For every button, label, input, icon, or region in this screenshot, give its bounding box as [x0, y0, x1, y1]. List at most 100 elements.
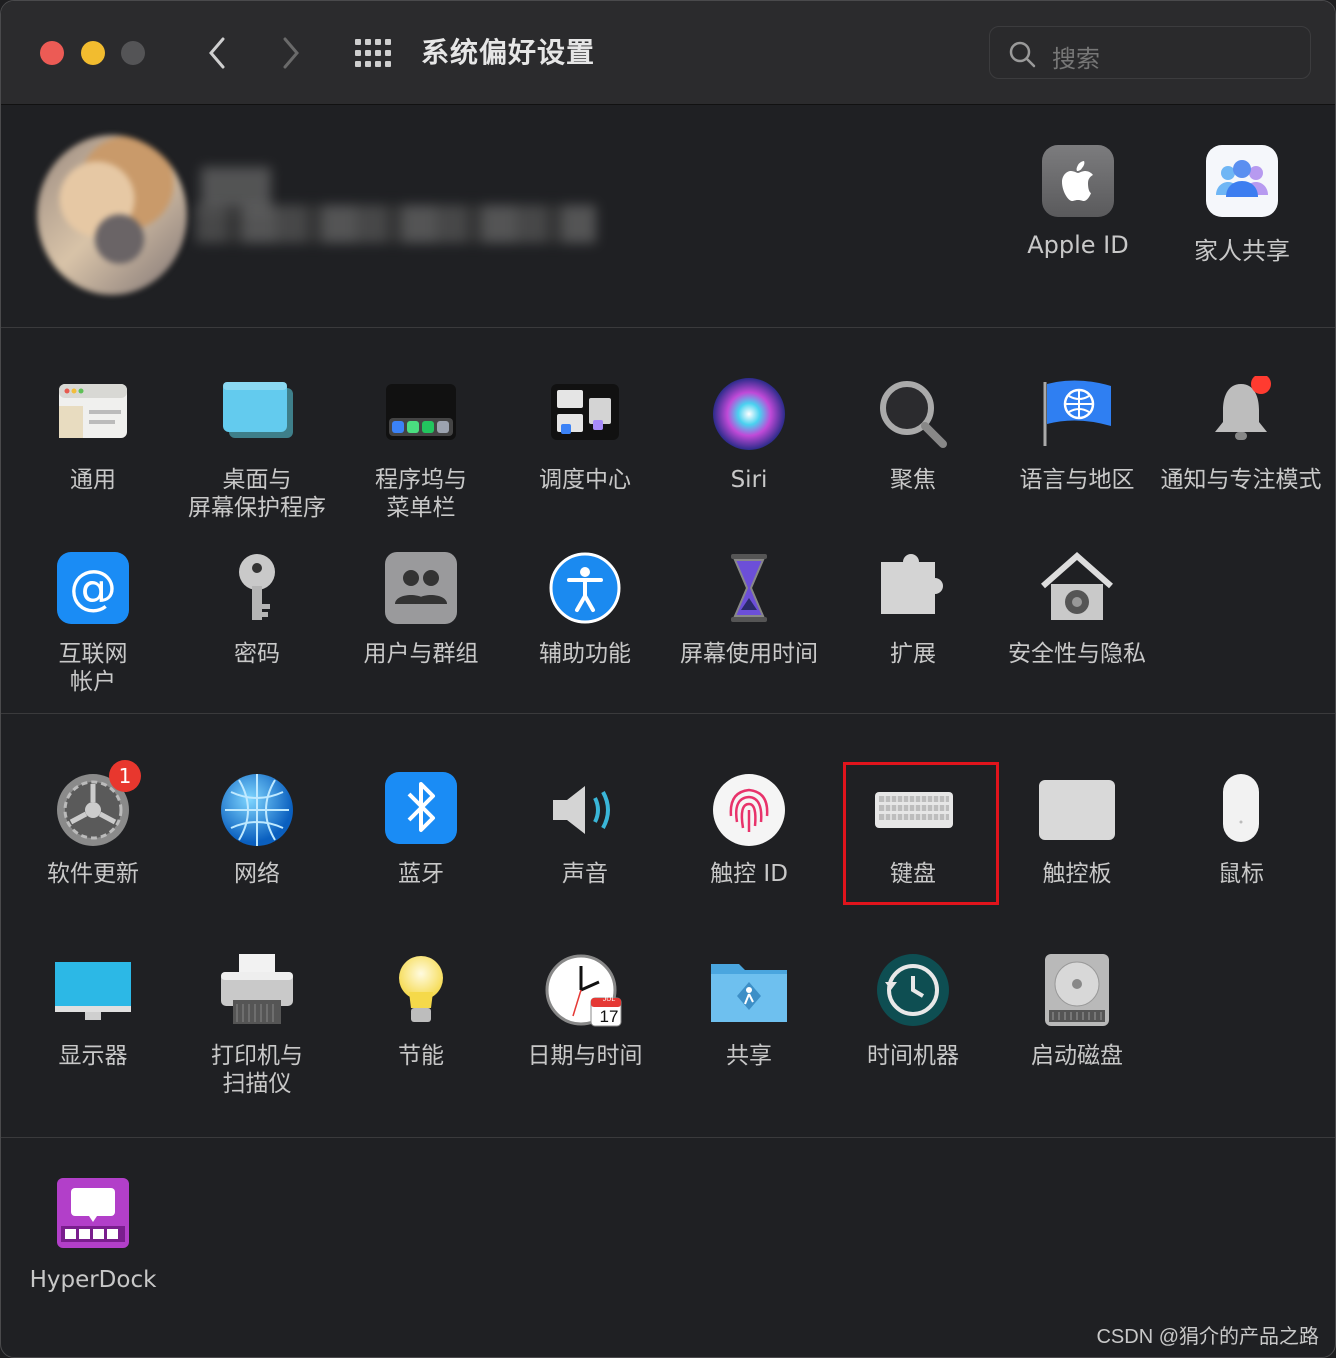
- siri-icon: [709, 376, 789, 456]
- pane-keyboard[interactable]: 键盘: [831, 770, 995, 888]
- pane-software-update[interactable]: 1 软件更新: [11, 760, 175, 888]
- key-icon: [217, 550, 297, 630]
- forward-button[interactable]: [273, 31, 309, 75]
- shared-folder-icon: [709, 952, 789, 1032]
- minimize-button[interactable]: [81, 41, 105, 65]
- spotlight-icon: [873, 376, 953, 456]
- back-button[interactable]: [199, 31, 235, 75]
- pane-touchid-label: 触控 ID: [710, 861, 788, 887]
- system-preferences-window: 系统偏好设置 搜索 Apple ID 家人共享 通用 桌面与 屏幕保护程序 程序…: [0, 0, 1336, 1358]
- close-button[interactable]: [40, 41, 64, 65]
- display-icon: [53, 952, 133, 1032]
- pane-network[interactable]: 网络: [175, 770, 339, 888]
- pane-screen-time[interactable]: 屏幕使用时间: [667, 550, 831, 668]
- pane-startup-label: 启动磁盘: [1031, 1043, 1123, 1069]
- pane-sound[interactable]: 声音: [503, 770, 667, 888]
- pane-internet-accounts[interactable]: @ 互联网 帐户: [11, 550, 175, 696]
- pane-mission-label: 调度中心: [539, 467, 631, 493]
- pane-date-time[interactable]: JUL 17 日期与时间: [503, 952, 667, 1070]
- mission-control-icon: [545, 376, 625, 456]
- pane-dock-menubar[interactable]: 程序坞与 菜单栏: [339, 376, 503, 522]
- pane-bluetooth[interactable]: 蓝牙: [339, 770, 503, 888]
- printer-icon: [217, 952, 297, 1032]
- pane-displays[interactable]: 显示器: [11, 952, 175, 1070]
- pane-energy-label: 节能: [398, 1043, 444, 1069]
- bell-icon: [1201, 374, 1281, 456]
- pane-time-machine[interactable]: 时间机器: [831, 952, 995, 1070]
- pane-accessibility[interactable]: 辅助功能: [503, 550, 667, 668]
- show-all-button[interactable]: [353, 37, 393, 69]
- mouse-icon: [1201, 770, 1281, 850]
- pane-siri-label: Siri: [730, 467, 768, 493]
- pane-users-groups[interactable]: 用户与群组: [339, 550, 503, 668]
- search-icon: [1009, 41, 1036, 68]
- pane-printers-scanners[interactable]: 打印机与 扫描仪: [175, 952, 339, 1098]
- pane-hyperdock[interactable]: HyperDock: [11, 1176, 175, 1294]
- preferences-section-hardware: 1 软件更新 网络 蓝牙 声音 触控 ID 键盘 触控板 鼠标 显示器 打印机与…: [1, 714, 1335, 1138]
- pane-energy-saver[interactable]: 节能: [339, 952, 503, 1070]
- hourglass-icon: [709, 550, 789, 630]
- general-icon: [53, 376, 133, 456]
- clock-calendar-icon: JUL 17: [545, 952, 625, 1032]
- pane-notifications-focus[interactable]: 通知与专注模式: [1159, 374, 1323, 494]
- pane-security-label: 安全性与隐私: [1008, 641, 1146, 667]
- zoom-button[interactable]: [121, 41, 145, 65]
- house-safe-icon: [1037, 550, 1117, 630]
- pane-users-label: 用户与群组: [363, 641, 479, 667]
- pane-notifications-label: 通知与专注模式: [1160, 467, 1322, 493]
- pane-sound-label: 声音: [562, 861, 608, 887]
- family-sharing-label: 家人共享: [1194, 237, 1290, 265]
- search-field[interactable]: 搜索: [989, 26, 1311, 79]
- pane-trackpad-label: 触控板: [1042, 861, 1112, 887]
- trackpad-icon: [1037, 770, 1117, 850]
- pane-security-privacy[interactable]: 安全性与隐私: [995, 550, 1159, 668]
- pane-hyperdock-label: HyperDock: [29, 1267, 157, 1293]
- hard-disk-icon: [1037, 952, 1117, 1032]
- pane-general-label: 通用: [70, 467, 116, 493]
- pane-extensions[interactable]: 扩展: [831, 550, 995, 668]
- bluetooth-icon: [381, 770, 461, 850]
- chevron-right-icon: [283, 37, 299, 69]
- pane-desktop-screensaver[interactable]: 桌面与 屏幕保护程序: [175, 376, 339, 522]
- pane-general[interactable]: 通用: [11, 376, 175, 494]
- title-bar: 系统偏好设置 搜索: [1, 1, 1335, 105]
- pane-language-label: 语言与地区: [1019, 467, 1135, 493]
- pane-mouse-label: 鼠标: [1218, 861, 1264, 887]
- pane-language-region[interactable]: 语言与地区: [995, 376, 1159, 494]
- pane-sharing-label: 共享: [726, 1043, 772, 1069]
- pane-trackpad[interactable]: 触控板: [995, 770, 1159, 888]
- user-section: Apple ID 家人共享: [1, 105, 1335, 328]
- pane-startup-disk[interactable]: 启动磁盘: [995, 952, 1159, 1070]
- pane-mouse[interactable]: 鼠标: [1159, 770, 1323, 888]
- calendar-month: JUL: [602, 996, 616, 1003]
- pane-screentime-label: 屏幕使用时间: [680, 641, 818, 667]
- pane-internet-label: 互联网 帐户: [58, 641, 128, 695]
- apple-logo-icon: [1042, 145, 1114, 217]
- at-sign-icon: @: [53, 550, 133, 630]
- pane-bluetooth-label: 蓝牙: [398, 861, 444, 887]
- pane-passwords[interactable]: 密码: [175, 550, 339, 668]
- lightbulb-icon: [381, 952, 461, 1032]
- window-title: 系统偏好设置: [421, 36, 596, 69]
- apple-id-pane[interactable]: Apple ID: [1003, 145, 1153, 259]
- pane-sharing[interactable]: 共享: [667, 952, 831, 1070]
- pane-siri[interactable]: Siri: [667, 376, 831, 494]
- user-email-redacted: [196, 205, 596, 243]
- pane-dock-label: 程序坞与 菜单栏: [375, 467, 467, 521]
- preferences-section-personal: 通用 桌面与 屏幕保护程序 程序坞与 菜单栏 调度中心 Siri 聚焦 语言与地…: [1, 328, 1335, 714]
- search-placeholder: 搜索: [1052, 45, 1100, 73]
- speaker-icon: [545, 770, 625, 850]
- pane-touch-id[interactable]: 触控 ID: [667, 770, 831, 888]
- pane-network-label: 网络: [234, 861, 280, 887]
- update-count-badge: 1: [109, 760, 141, 792]
- grid-icon: [355, 39, 391, 67]
- pane-mission-control[interactable]: 调度中心: [503, 376, 667, 494]
- pane-spotlight[interactable]: 聚焦: [831, 376, 995, 494]
- globe-flag-icon: [1037, 376, 1117, 456]
- apple-id-label: Apple ID: [1027, 231, 1129, 259]
- user-avatar[interactable]: [37, 135, 187, 295]
- pane-printers-label: 打印机与 扫描仪: [211, 1043, 303, 1097]
- pane-extensions-label: 扩展: [890, 641, 936, 667]
- family-sharing-pane[interactable]: 家人共享: [1167, 145, 1317, 266]
- time-machine-icon: [873, 952, 953, 1032]
